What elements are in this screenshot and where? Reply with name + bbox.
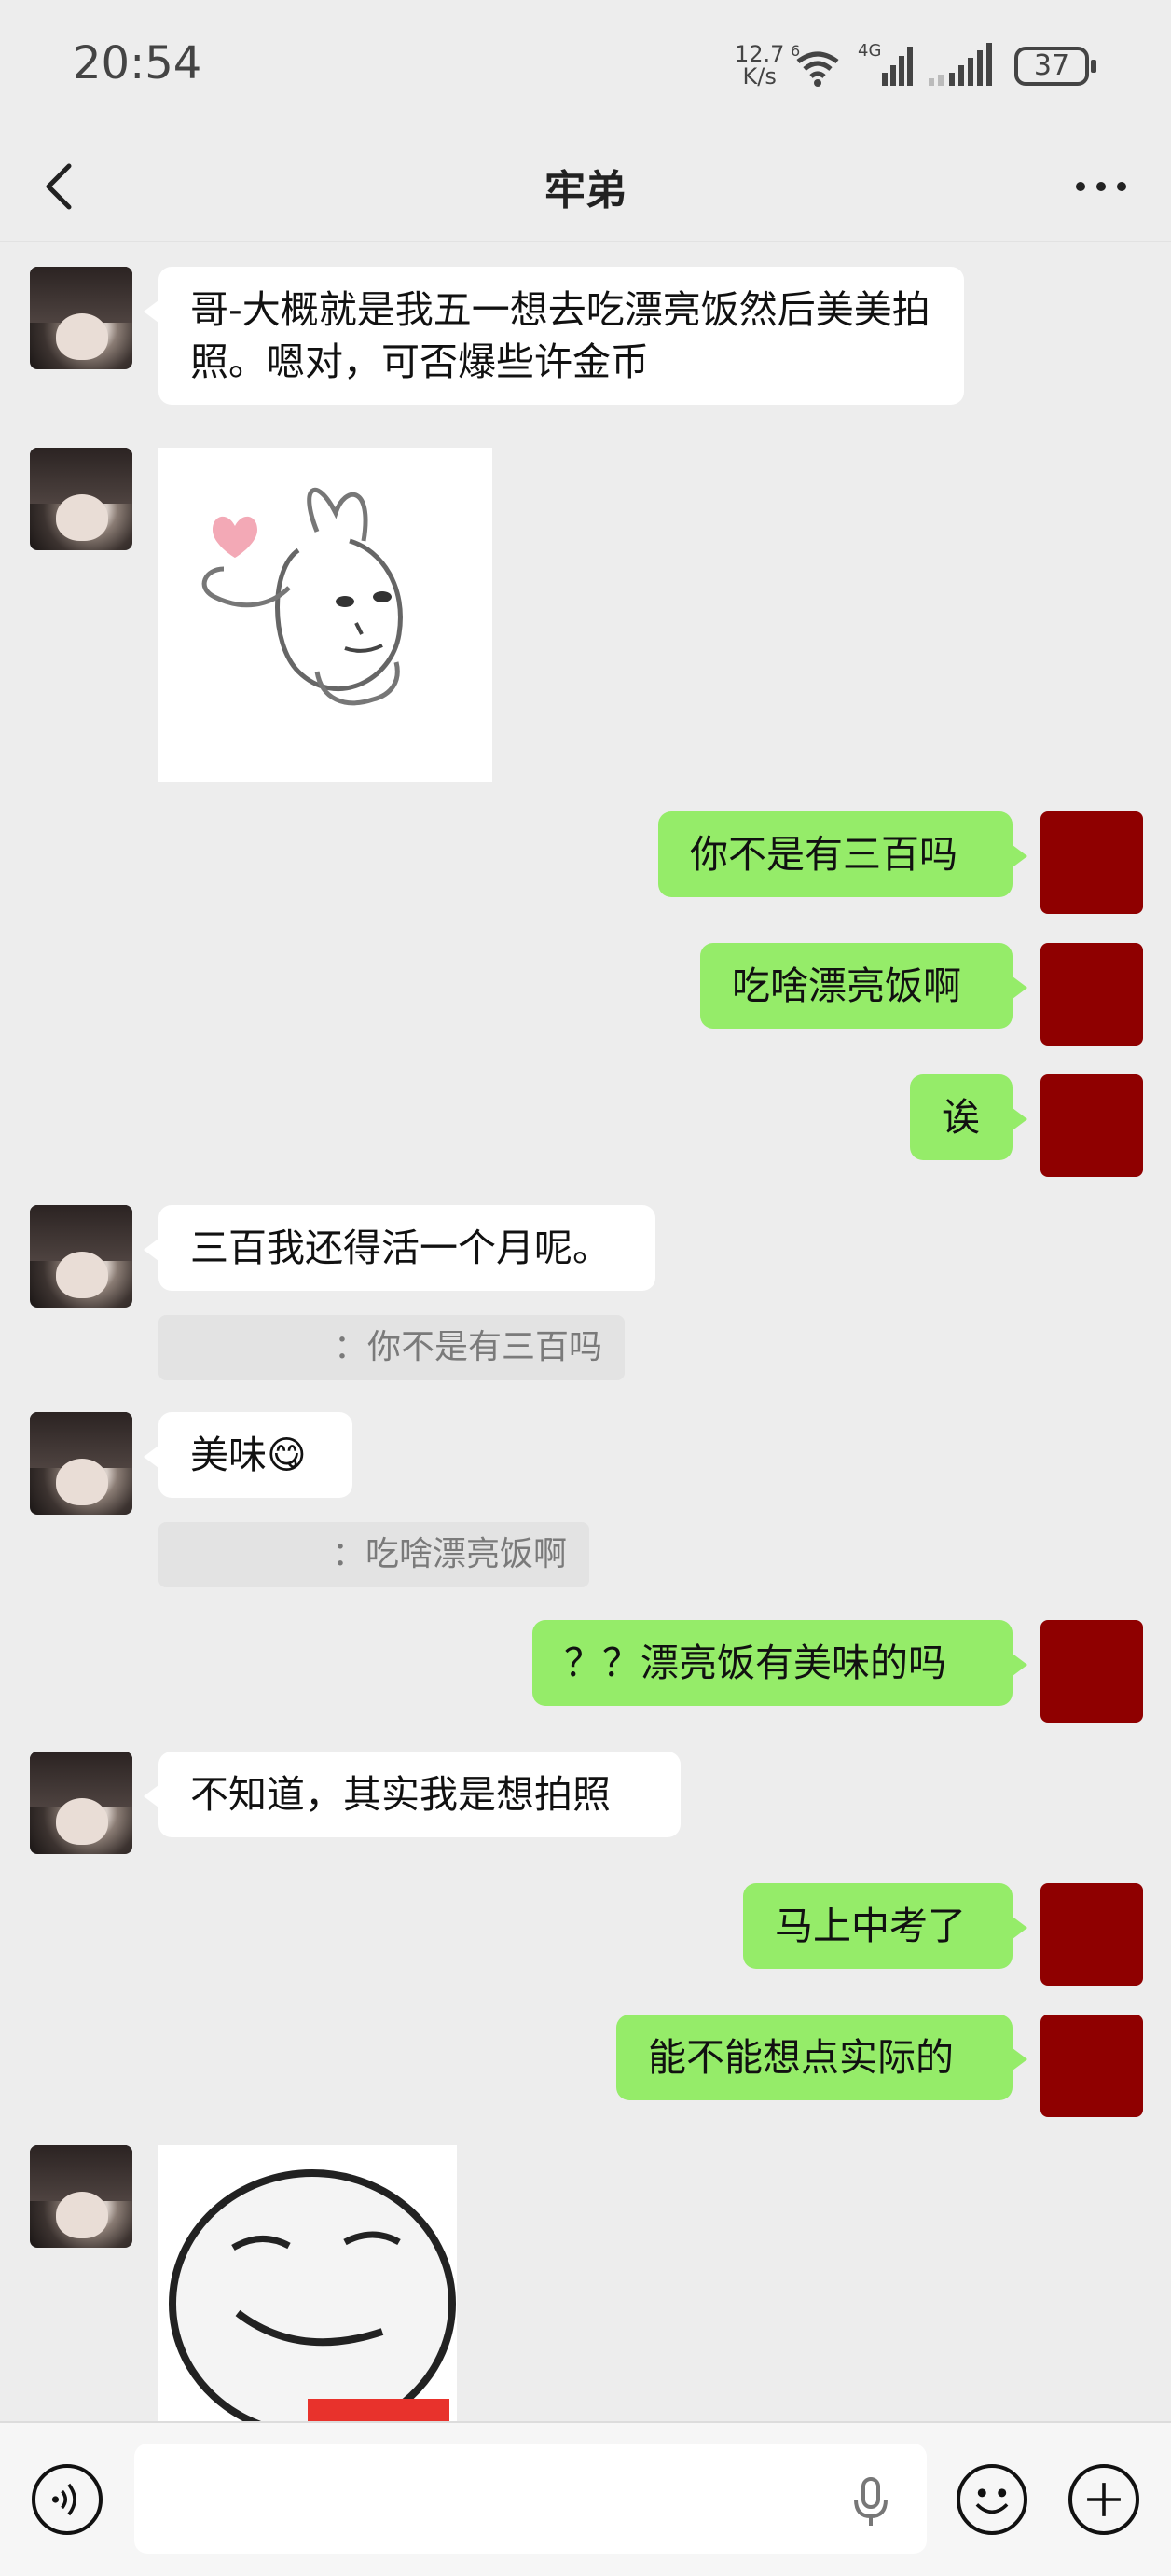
chat-title: 牢弟 [544,167,627,215]
contact-avatar[interactable] [30,1205,132,1308]
contact-avatar[interactable] [30,2145,132,2248]
wifi-icon: 6 [791,42,839,87]
contact-avatar[interactable] [30,1412,132,1515]
my-avatar[interactable] [1040,811,1143,914]
my-avatar[interactable] [1040,1620,1143,1723]
message-bubble-outgoing[interactable]: 马上中考了 [743,1883,1027,1969]
input-bar [0,2421,1171,2576]
emoji-icon[interactable] [957,2464,1027,2535]
contact-avatar[interactable] [30,448,132,550]
message-bubble-outgoing[interactable]: 你不是有三百吗 [658,811,1027,897]
my-avatar[interactable] [1040,943,1143,1046]
quoted-reply[interactable]: ：你不是有三百吗 [158,1315,625,1380]
my-avatar[interactable] [1040,1883,1143,1986]
contact-avatar[interactable] [30,1752,132,1854]
status-time: 20:54 [73,37,202,90]
more-options-icon[interactable] [1068,159,1134,215]
voice-icon[interactable] [32,2464,103,2535]
message-bubble-outgoing[interactable]: 吃啥漂亮饭啊 [700,943,1027,1029]
message-bubble-incoming[interactable]: 哥-大概就是我五一想去吃漂亮饭然后美美拍照。嗯对，可否爆些许金币 [144,267,964,405]
chat-header: 牢弟 [0,131,1171,242]
message-bubble-incoming[interactable]: 不知道，其实我是想拍照 [144,1752,681,1837]
my-avatar[interactable] [1040,2015,1143,2117]
message-bubble-incoming[interactable]: 三百我还得活一个月呢。 [144,1205,655,1291]
quoted-reply[interactable]: ：吃啥漂亮饭啊 [158,1522,589,1587]
my-avatar[interactable] [1040,1074,1143,1177]
battery-icon: 37 [1014,47,1096,86]
message-bubble-outgoing[interactable]: ？？漂亮饭有美味的吗 [532,1620,1027,1706]
network-speed: 12.7 K/s [735,43,784,88]
message-input[interactable] [134,2444,927,2554]
bunny-heart-sticker[interactable] [158,448,492,782]
message-bubble-outgoing[interactable]: 能不能想点实际的 [616,2015,1027,2100]
message-bubble-outgoing[interactable]: 诶 [910,1074,1027,1160]
smirk-face-sticker[interactable] [158,2145,457,2421]
message-bubble-incoming[interactable]: 美味😋 [144,1412,352,1498]
status-bar: 20:54 12.7 K/s 6 4G 37 [0,0,1171,131]
wifi-label: 6 [791,42,800,60]
cellular-4g-icon: 4G [858,41,913,86]
contact-avatar[interactable] [30,267,132,369]
mic-icon[interactable] [852,2477,889,2528]
plus-icon[interactable] [1068,2464,1139,2535]
signal-bars-icon [929,43,992,86]
signal-label: 4G [858,41,881,61]
speed-unit: K/s [742,63,777,90]
speed-value: 12.7 [735,41,785,67]
